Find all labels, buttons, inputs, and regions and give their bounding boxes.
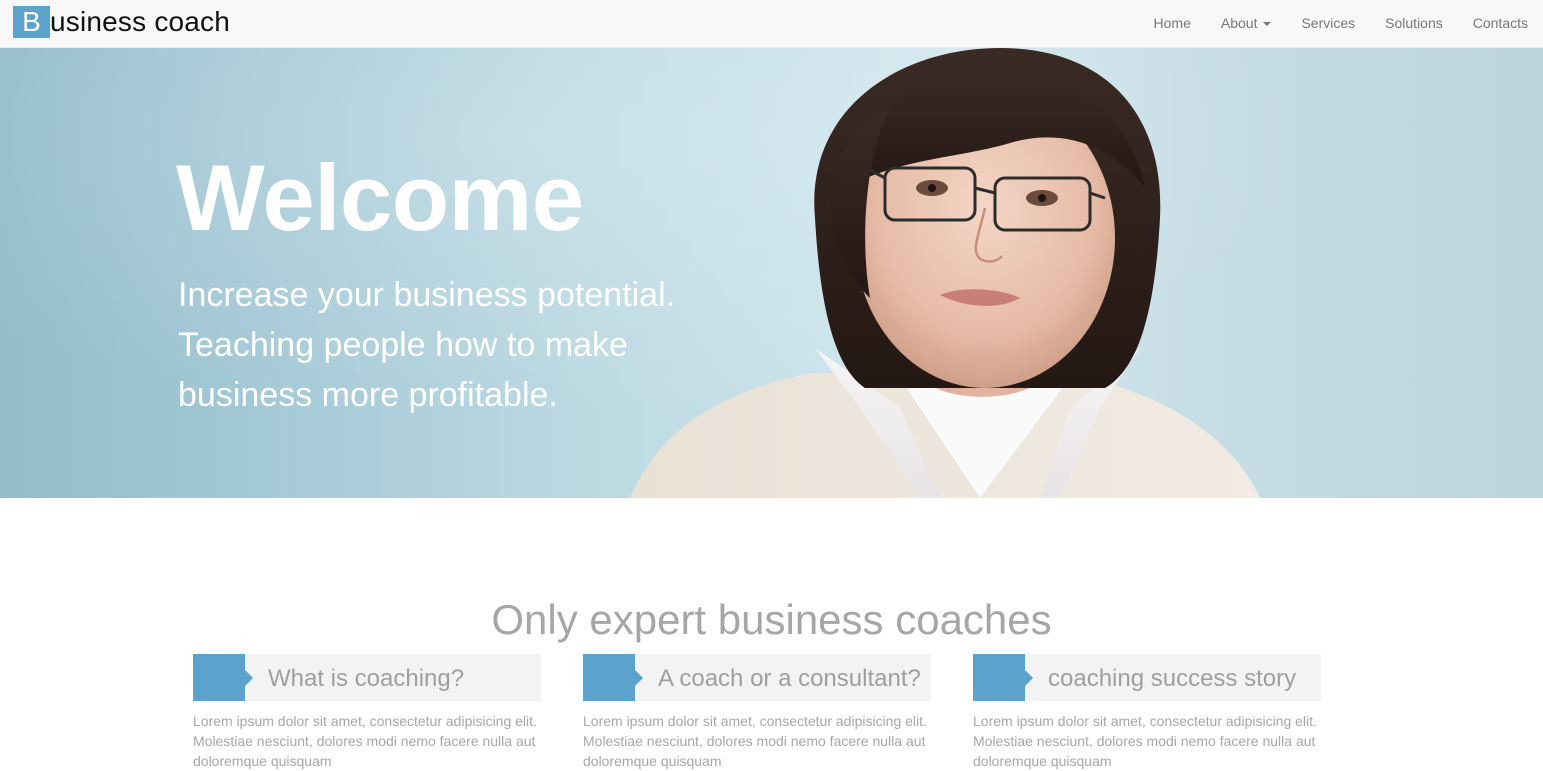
nav-about[interactable]: About [1206,0,1287,48]
feature-card: coaching success story Lorem ipsum dolor… [973,654,1321,771]
brand-initial: B [13,6,50,38]
hero-banner: Welcome Increase your business potential… [0,48,1543,498]
nav-services[interactable]: Services [1286,0,1370,48]
main-nav: Home About Services Solutions Contacts [1139,0,1543,48]
feature-card: A coach or a consultant? Lorem ipsum dol… [583,654,931,771]
nav-home[interactable]: Home [1139,0,1206,48]
card-title: coaching success story [1048,665,1297,692]
card-header[interactable]: coaching success story [973,654,1321,701]
card-tab-marker [193,654,253,701]
caret-down-icon [1263,22,1272,27]
feature-card: What is coaching? Lorem ipsum dolor sit … [193,654,541,771]
card-tab-marker [583,654,643,701]
nav-about-label: About [1220,15,1258,31]
card-header[interactable]: What is coaching? [193,654,541,701]
nav-contacts[interactable]: Contacts [1458,0,1543,48]
card-text: Lorem ipsum dolor sit amet, consectetur … [973,713,1317,769]
nav-solutions[interactable]: Solutions [1370,0,1458,48]
hero-subtitle: Increase your business potential. Teachi… [178,276,676,414]
brand-logo[interactable]: B usiness coach [13,6,230,38]
brand-name: usiness coach [50,6,231,37]
card-title: What is coaching? [268,665,465,692]
hero-title: Welcome [176,145,584,250]
card-text: Lorem ipsum dolor sit amet, consectetur … [193,713,537,769]
section-title: Only expert business coaches [491,596,1052,643]
navbar: B usiness coach Home About Services Solu… [0,0,1543,48]
card-tab-marker [973,654,1033,701]
card-title: A coach or a consultant? [658,665,921,692]
card-text: Lorem ipsum dolor sit amet, consectetur … [583,713,927,769]
card-header[interactable]: A coach or a consultant? [583,654,931,701]
